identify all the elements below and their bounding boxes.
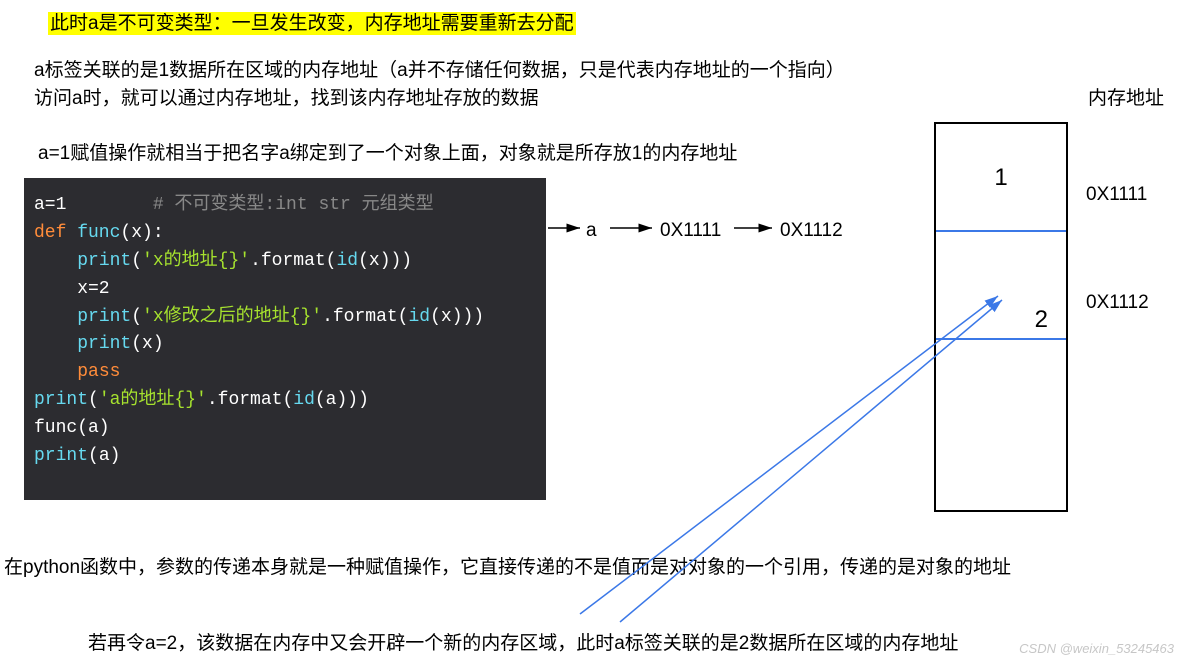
code-block: a=1 # 不可变类型:int str 元组类型 def func(x): pr… xyxy=(24,178,546,500)
bottom-explain-1: 在python函数中，参数的传递本身就是一种赋值操作，它直接传递的不是值而是对对… xyxy=(4,555,1011,582)
memory-address-1: 0X1111 xyxy=(1086,182,1147,209)
variable-a-label: a xyxy=(586,218,597,245)
memory-cell-1: 1 xyxy=(936,124,1066,232)
memory-cell-2: 2 xyxy=(936,232,1066,340)
bottom-explain-2: 若再令a=2，该数据在内存中又会开辟一个新的内存区域，此时a标签关联的是2数据所… xyxy=(88,631,958,658)
pointer-address-2: 0X1112 xyxy=(780,218,843,245)
description-line-1: a标签关联的是1数据所在区域的内存地址（a并不存储任何数据，只是代表内存地址的一… xyxy=(34,58,845,85)
memory-diagram: 1 2 xyxy=(934,122,1068,512)
description-line-2: 访问a时，就可以通过内存地址，找到该内存地址存放的数据 xyxy=(34,86,539,113)
title-highlight: 此时a是不可变类型：一旦发生改变，内存地址需要重新去分配 xyxy=(48,11,576,38)
watermark: CSDN @weixin_53245463 xyxy=(1019,641,1174,656)
memory-header-label: 内存地址 xyxy=(1088,86,1164,113)
memory-address-2: 0X1112 xyxy=(1086,290,1149,317)
pointer-address-1: 0X1111 xyxy=(660,218,721,245)
description-line-3: a=1赋值操作就相当于把名字a绑定到了一个对象上面，对象就是所存放1的内存地址 xyxy=(38,141,737,168)
